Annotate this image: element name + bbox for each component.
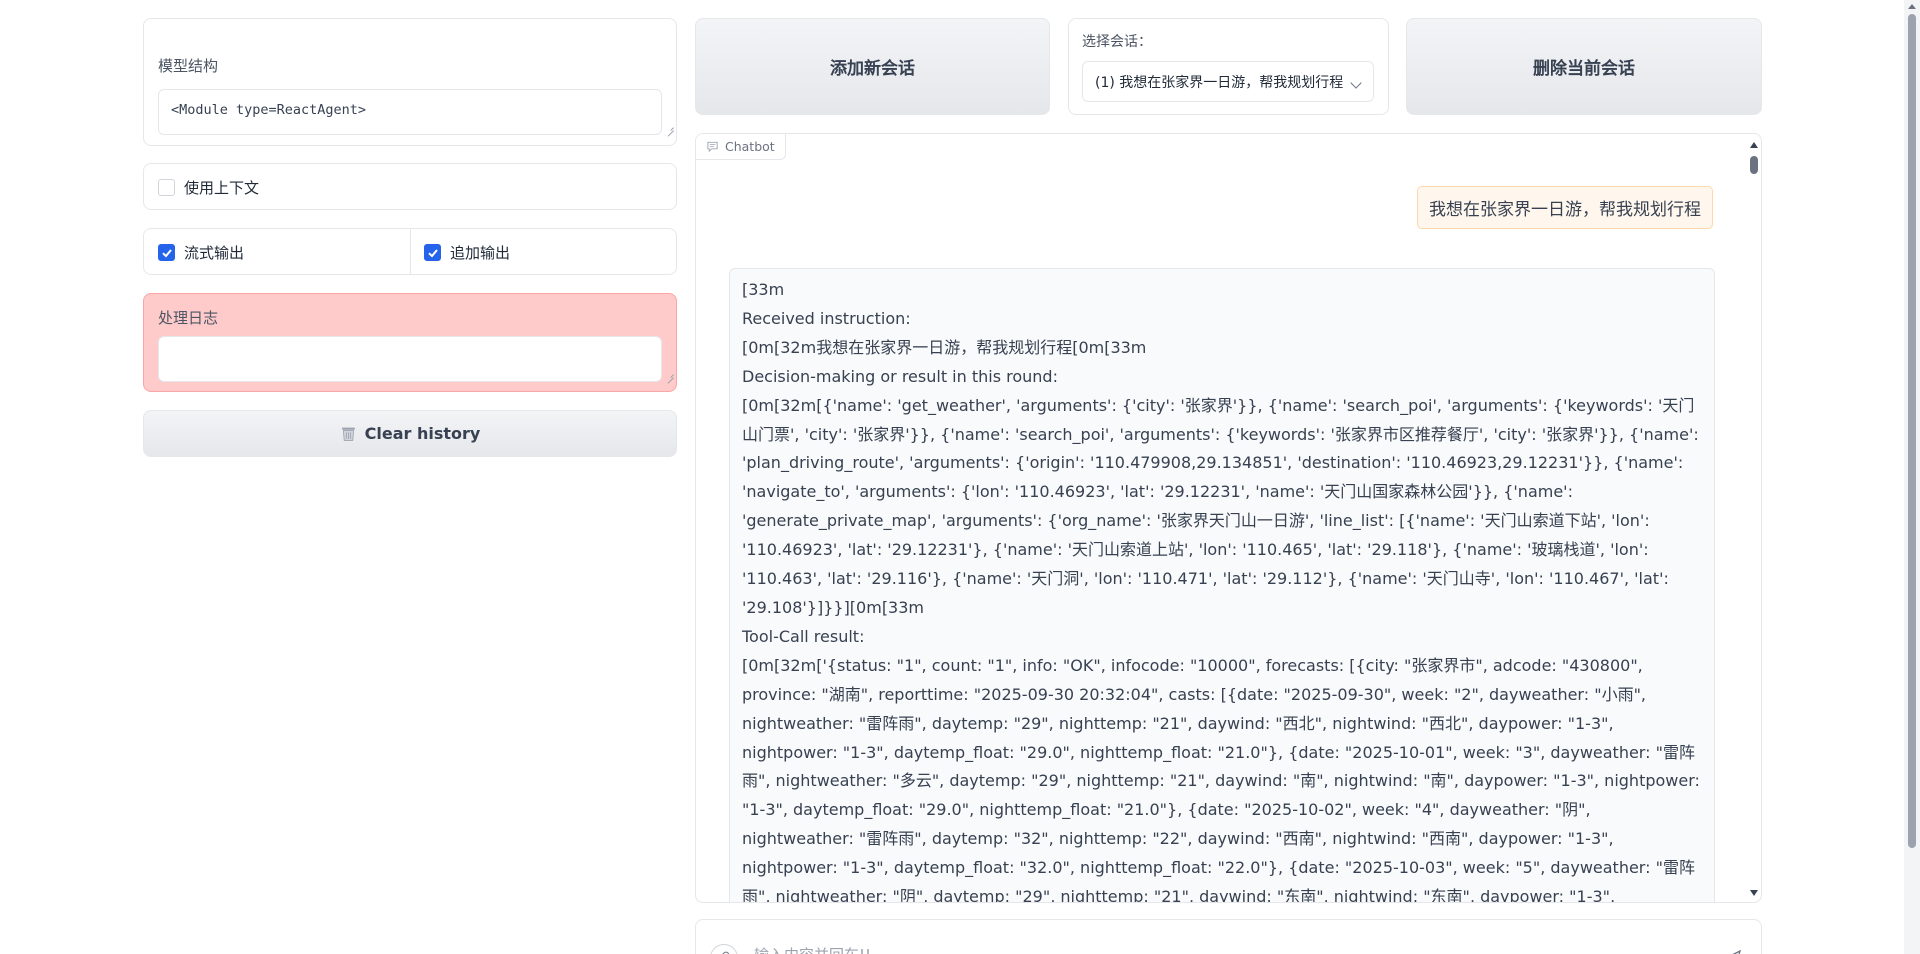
page-scrollbar[interactable] <box>1904 0 1920 954</box>
scroll-down-icon[interactable] <box>1750 890 1758 896</box>
checkmark-icon <box>161 247 173 259</box>
trash-icon <box>340 425 357 442</box>
delete-session-button[interactable]: 删除当前会话 <box>1406 18 1762 115</box>
bot-message-line: [0m[32m[{'name': 'get_weather', 'argum… <box>742 392 1702 623</box>
session-select-label: 选择会话： <box>1082 31 1152 51</box>
add-session-button[interactable]: 添加新会话 <box>695 18 1050 115</box>
bot-message-line: [33m <box>742 276 1702 305</box>
use-context-option[interactable]: 使用上下文 <box>158 177 259 198</box>
model-structure-textbox[interactable]: <Module type=ReactAgent> <box>158 89 662 135</box>
resize-grip-icon[interactable] <box>666 370 674 378</box>
session-select-panel: 选择会话： (1) 我想在张家界一日游，帮我规划行程 <box>1068 18 1389 115</box>
chatbot-label: Chatbot <box>725 139 775 154</box>
chat-bubble-icon <box>706 140 719 153</box>
bot-message-bubble: [33m Received instruction: [0m[32m我想在… <box>729 268 1715 903</box>
stream-output-checkbox[interactable] <box>158 244 175 261</box>
bot-message-line: [0m[32m我想在张家界一日游，帮我规划行程[0m[33m <box>742 334 1702 363</box>
bot-message-line: [0m[32m['{status: "1", count: "1", inf… <box>742 652 1702 903</box>
append-output-label: 追加输出 <box>450 242 510 263</box>
checkmark-icon <box>427 247 439 259</box>
user-message-bubble: 我想在张家界一日游，帮我规划行程 <box>1417 186 1713 229</box>
page-scroll-thumb[interactable] <box>1908 14 1916 848</box>
stream-output-option[interactable]: 流式输出 <box>158 242 244 263</box>
message-input-bar: 输入内容并回车!! <box>695 919 1762 954</box>
message-input[interactable]: 输入内容并回车!! <box>754 944 871 954</box>
use-context-checkbox[interactable] <box>158 179 175 196</box>
scroll-up-icon[interactable] <box>1750 142 1758 148</box>
session-selected-value: (1) 我想在张家界一日游，帮我规划行程 <box>1095 72 1343 92</box>
app-root: 模型结构 <Module type=ReactAgent> 使用上下文 流式输出… <box>0 0 1920 954</box>
options-divider <box>410 229 411 274</box>
stream-output-label: 流式输出 <box>184 242 244 263</box>
processing-log-textbox[interactable] <box>158 336 662 382</box>
append-output-checkbox[interactable] <box>424 244 441 261</box>
processing-log-panel: 处理日志 <box>143 293 677 392</box>
model-structure-label: 模型结构 <box>158 55 218 76</box>
scroll-thumb[interactable] <box>1750 156 1758 174</box>
chatbot-scrollbar[interactable] <box>1747 134 1761 903</box>
model-structure-panel: 模型结构 <Module type=ReactAgent> <box>143 18 677 146</box>
session-dropdown[interactable]: (1) 我想在张家界一日游，帮我规划行程 <box>1082 61 1374 102</box>
output-options-panel: 流式输出 追加输出 <box>143 228 677 275</box>
send-icon <box>1724 949 1742 954</box>
attach-file-button[interactable] <box>710 944 738 954</box>
bot-message-line: Tool-Call result: <box>742 623 1702 652</box>
processing-log-label: 处理日志 <box>158 307 218 328</box>
use-context-panel: 使用上下文 <box>143 163 677 210</box>
send-button[interactable] <box>1719 944 1747 954</box>
clear-history-button[interactable]: Clear history <box>143 410 677 457</box>
chatbot-panel: Chatbot 我想在张家界一日游，帮我规划行程 [33m Received … <box>695 133 1762 903</box>
resize-grip-icon[interactable] <box>666 123 674 131</box>
chatbot-label-tag: Chatbot <box>696 134 786 160</box>
scroll-up-icon[interactable] <box>1908 4 1916 9</box>
append-output-option[interactable]: 追加输出 <box>424 242 510 263</box>
use-context-label: 使用上下文 <box>184 177 259 198</box>
bot-message-line: Decision-making or result in this round: <box>742 363 1702 392</box>
bot-message-line: Received instruction: <box>742 305 1702 334</box>
chevron-down-icon <box>1350 77 1361 88</box>
clear-history-label: Clear history <box>365 424 481 443</box>
